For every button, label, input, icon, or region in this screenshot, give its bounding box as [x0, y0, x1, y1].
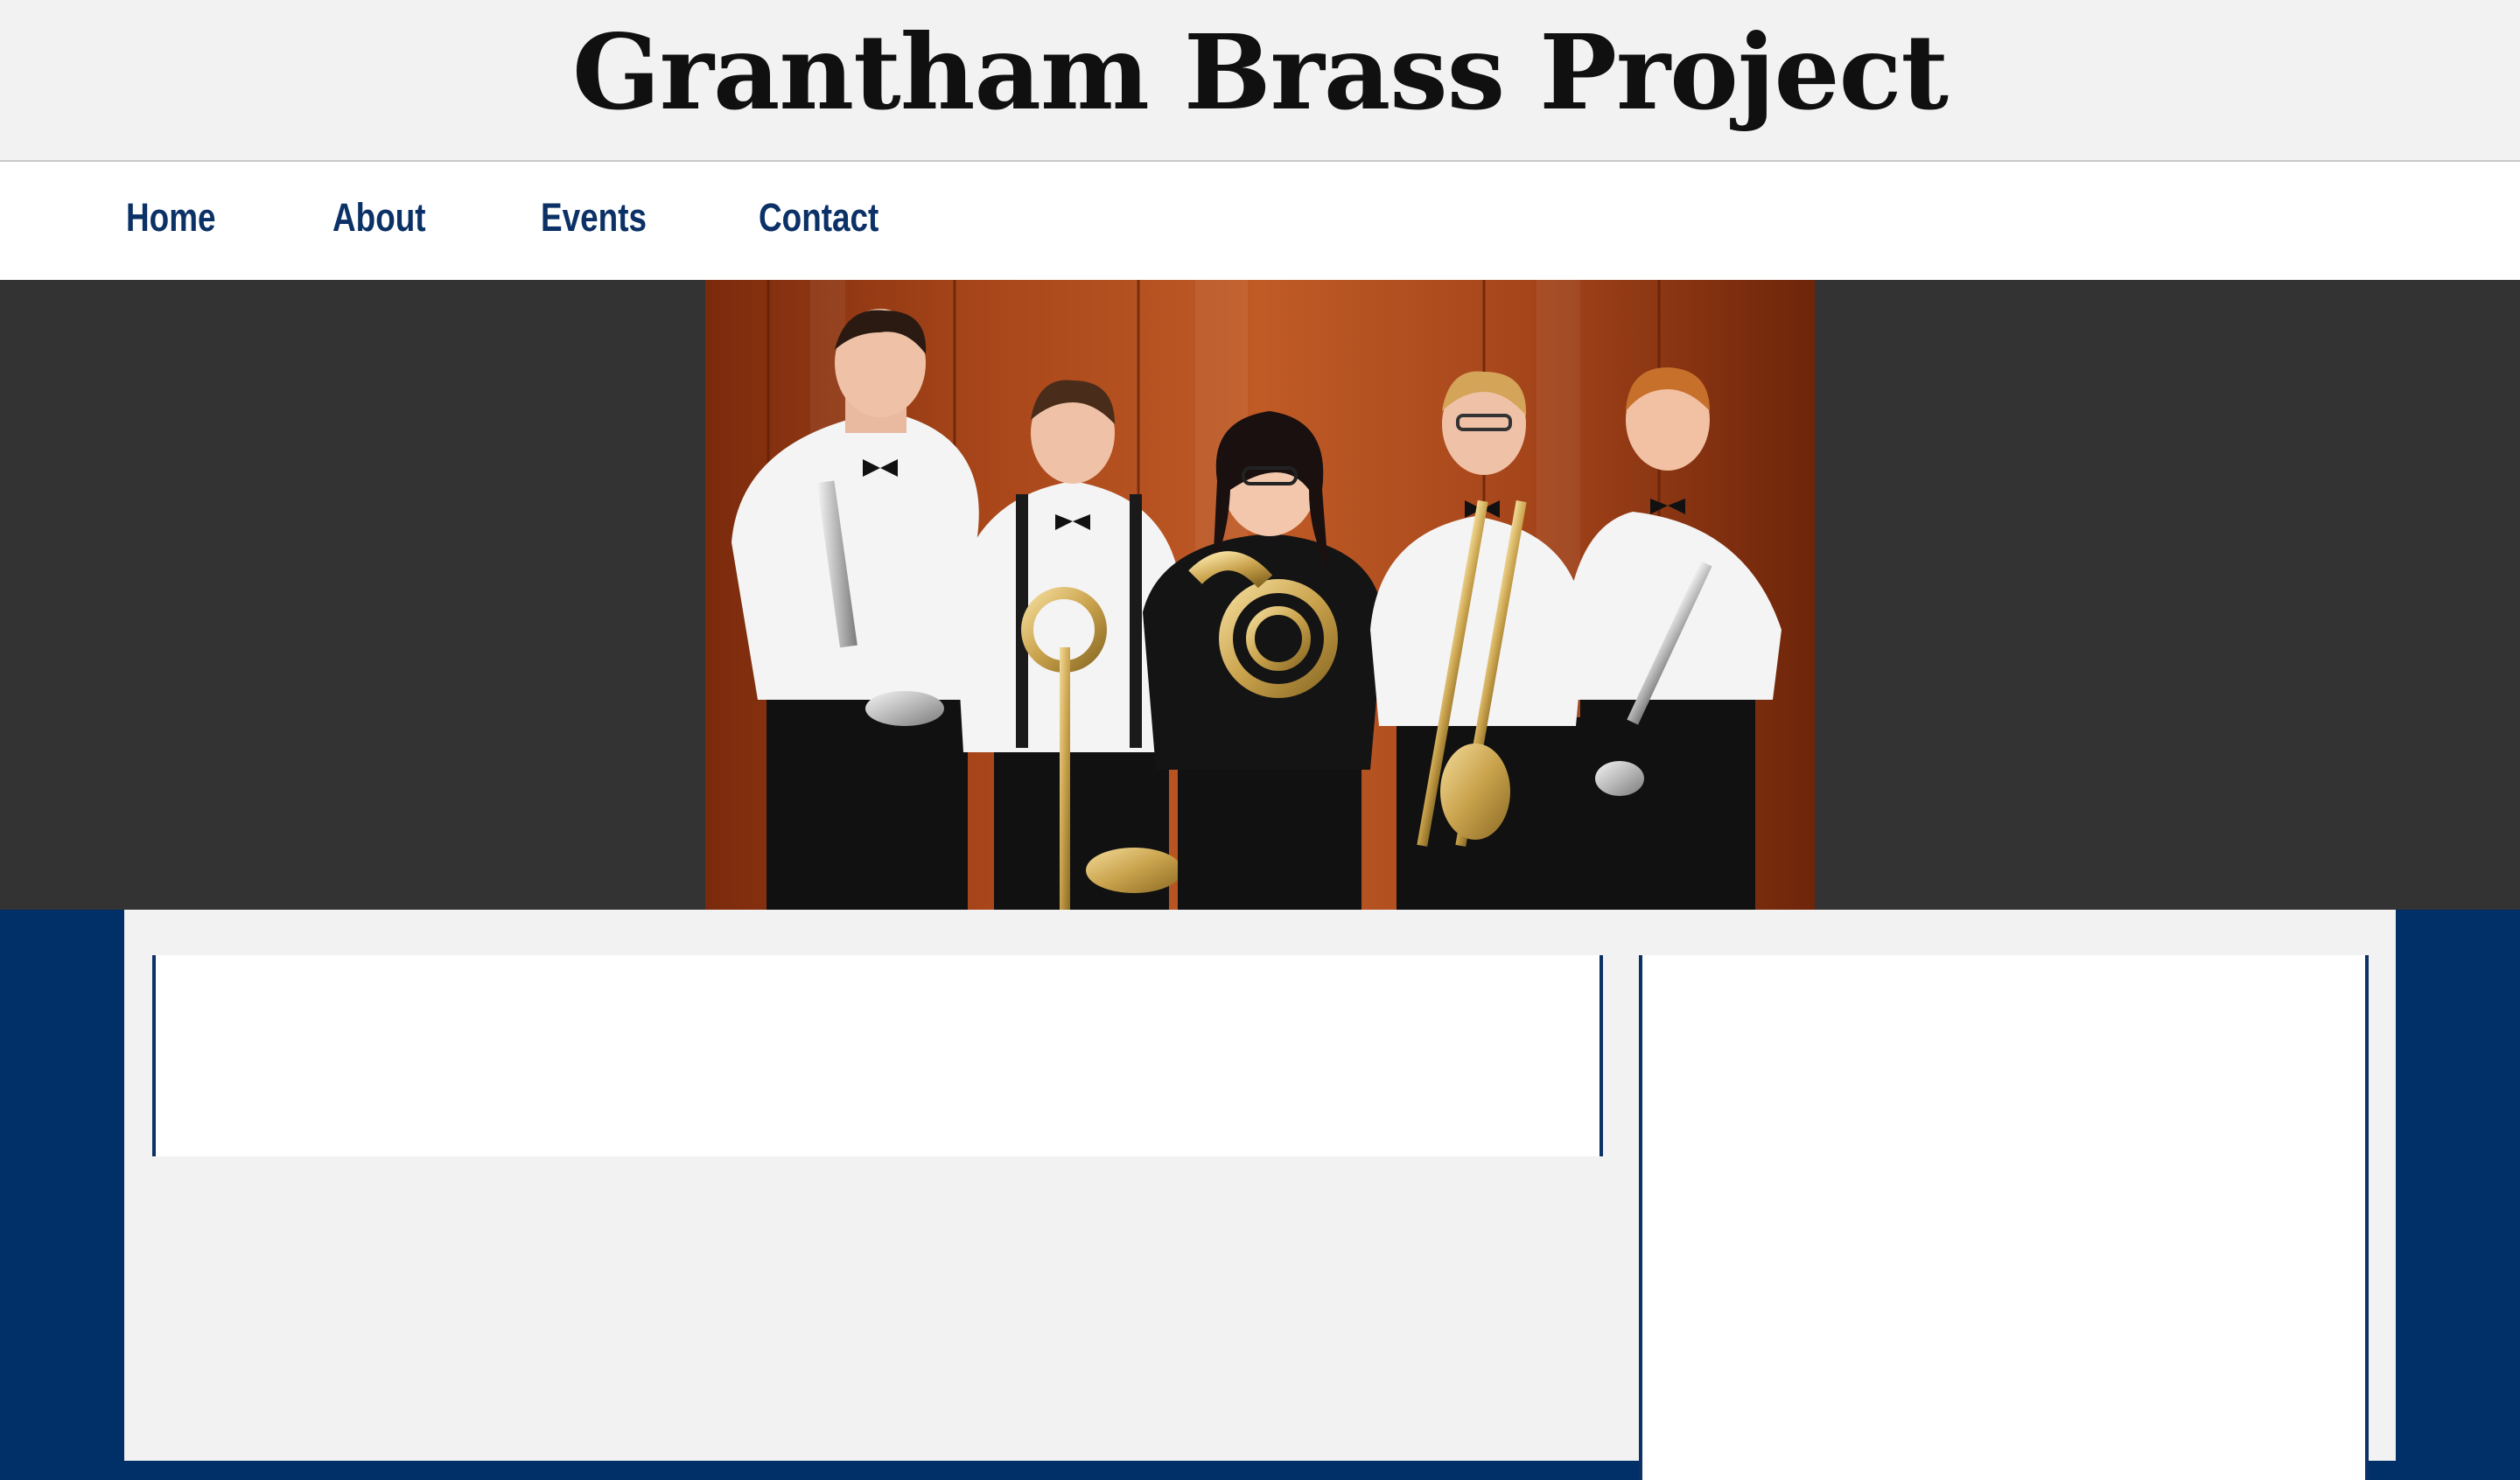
nav-item-home[interactable]: Home: [126, 186, 216, 249]
nav-item-events[interactable]: Events: [541, 186, 647, 249]
hero-banner: [0, 280, 2520, 910]
content-area: [124, 910, 2396, 1480]
site-title: Grantham Brass Project: [572, 11, 1949, 133]
main-nav: Home About Events Contact: [0, 162, 2520, 280]
nav-item-about[interactable]: About: [332, 186, 426, 249]
site-header: Grantham Brass Project: [0, 0, 2520, 162]
nav-item-contact[interactable]: Contact: [759, 186, 878, 249]
hero-group-photo: [705, 280, 1815, 910]
main-content-card: [152, 955, 1603, 1156]
sidebar-card: [1639, 955, 2369, 1480]
